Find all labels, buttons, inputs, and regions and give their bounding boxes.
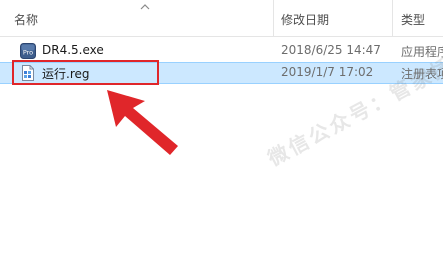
file-modified-date: 2019/1/7 17:02 (281, 65, 374, 79)
file-name: 运行.reg (42, 67, 90, 81)
sort-ascending-icon (140, 4, 150, 10)
file-name: DR4.5.exe (42, 43, 104, 57)
registry-file-icon (22, 65, 34, 81)
column-header-modified[interactable]: 修改日期 (281, 11, 329, 28)
file-type: 注册表项 (401, 67, 443, 81)
column-divider[interactable] (392, 0, 393, 36)
file-row-dr45-exe[interactable]: Pro DR4.5.exe 2018/6/25 14:47 应用程序 (0, 40, 443, 62)
annotation-arrow (107, 90, 178, 155)
file-modified-date: 2018/6/25 14:47 (281, 43, 381, 57)
column-header-name[interactable]: 名称 (14, 11, 38, 28)
column-header-type[interactable]: 类型 (401, 11, 425, 28)
file-type: 应用程序 (401, 45, 443, 59)
pro-exe-icon: Pro (20, 43, 36, 59)
column-divider[interactable] (273, 0, 274, 36)
column-header-bar: 名称 修改日期 类型 (0, 0, 443, 37)
pro-icon-label: Pro (23, 48, 33, 56)
file-explorer-view: 名称 修改日期 类型 Pro DR4.5.exe 2018/6/25 14:47… (0, 0, 443, 253)
file-row-run-reg[interactable]: 运行.reg 2019/1/7 17:02 注册表项 (0, 62, 443, 84)
